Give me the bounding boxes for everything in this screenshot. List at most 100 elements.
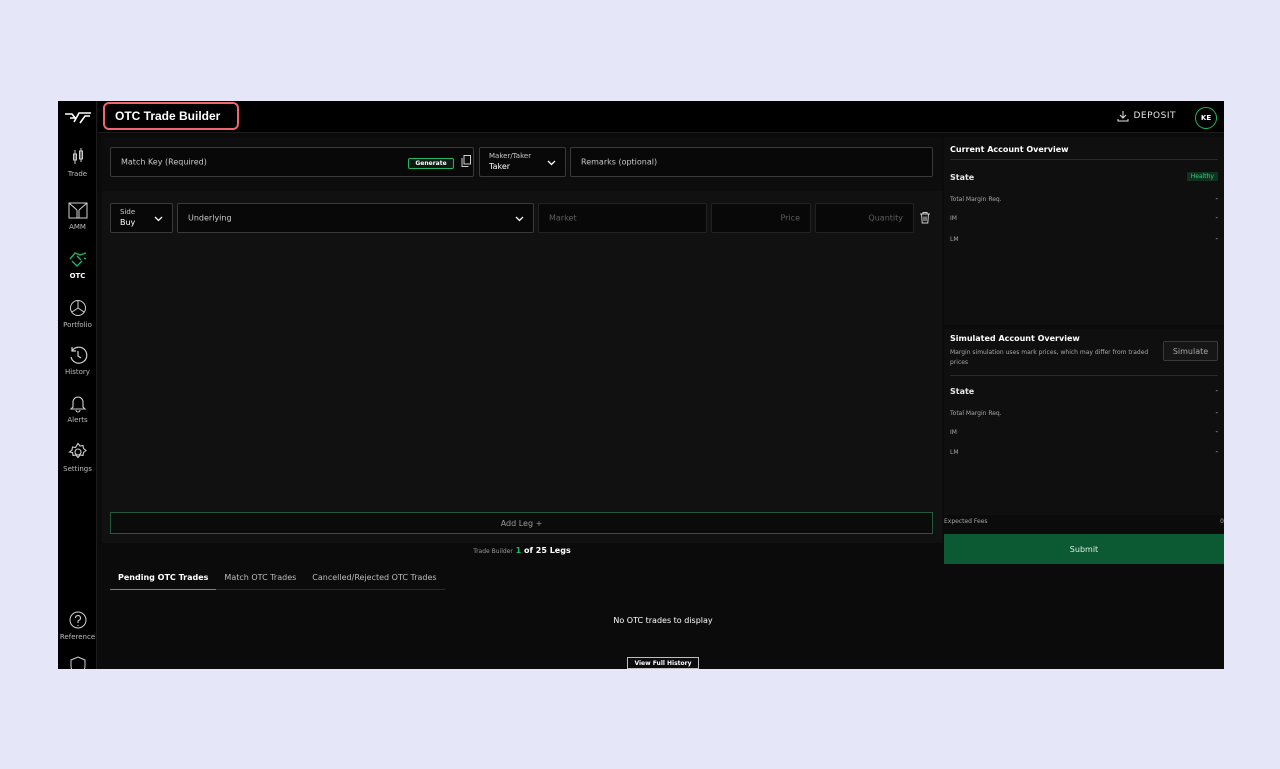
side-select[interactable]: Side Buy bbox=[110, 203, 173, 233]
page-title: OTC Trade Builder bbox=[115, 109, 221, 123]
generate-button[interactable]: Generate bbox=[408, 158, 454, 169]
candlestick-icon bbox=[72, 148, 83, 164]
maker-taker-label: Maker/Taker bbox=[489, 152, 532, 160]
topbar: OTC Trade Builder DEPOSIT KE bbox=[98, 101, 1224, 133]
side-value: Buy bbox=[120, 218, 136, 227]
otc-trades-section: Pending OTC Trades Match OTC Trades Canc… bbox=[102, 568, 1224, 669]
sidebar-item-trade[interactable]: Trade bbox=[58, 147, 97, 178]
sidebar-item-portfolio[interactable]: Portfolio bbox=[58, 298, 97, 329]
tab-pending-otc-trades[interactable]: Pending OTC Trades bbox=[110, 568, 217, 590]
expected-fees-value: 0 bbox=[1220, 518, 1224, 525]
state-label: State bbox=[950, 387, 975, 396]
sidebar-item-alerts[interactable]: Alerts bbox=[58, 393, 97, 424]
lm-value: - bbox=[1215, 235, 1218, 243]
underlying-placeholder: Underlying bbox=[188, 213, 232, 223]
chevron-down-icon bbox=[154, 216, 163, 222]
leg-counter: Trade Builder 1 of 25 Legs bbox=[102, 546, 942, 555]
submit-button[interactable]: Submit bbox=[944, 534, 1224, 564]
im-value: - bbox=[1215, 214, 1218, 222]
shield-icon bbox=[70, 656, 85, 669]
trade-builder-panel: Match Key (Required) Generate Maker/Take… bbox=[102, 137, 942, 543]
download-icon bbox=[1117, 111, 1128, 122]
sidebar-item-label: Reference bbox=[59, 633, 96, 641]
simulation-description: Margin simulation uses mark prices, whic… bbox=[950, 349, 1149, 366]
help-circle-icon bbox=[69, 611, 86, 629]
total-margin-value: - bbox=[1215, 195, 1218, 203]
leg-counter-current: 1 bbox=[515, 546, 522, 555]
deposit-label: DEPOSIT bbox=[1133, 111, 1176, 121]
avatar[interactable]: KE bbox=[1195, 107, 1217, 129]
sidebar-item-label: OTC bbox=[69, 272, 86, 280]
leg-counter-suffix: of 25 Legs bbox=[524, 546, 571, 555]
maker-taker-value: Taker bbox=[489, 162, 511, 171]
trades-tabs: Pending OTC Trades Match OTC Trades Canc… bbox=[110, 568, 445, 590]
match-key-field[interactable]: Match Key (Required) Generate bbox=[110, 147, 474, 177]
amm-icon bbox=[68, 202, 87, 219]
tab-match-otc-trades[interactable]: Match OTC Trades bbox=[216, 568, 304, 590]
copy-icon[interactable] bbox=[461, 155, 471, 167]
view-full-history-button[interactable]: View Full History bbox=[627, 657, 699, 669]
total-margin-value: - bbox=[1215, 409, 1218, 417]
side-label: Side bbox=[120, 208, 136, 216]
sidebar-item-label: History bbox=[65, 368, 90, 376]
simulate-button[interactable]: Simulate bbox=[1163, 341, 1218, 361]
market-placeholder: Market bbox=[549, 213, 577, 223]
page-title-box: OTC Trade Builder bbox=[103, 102, 239, 130]
chevron-down-icon bbox=[547, 160, 556, 166]
im-label: IM bbox=[950, 429, 957, 436]
history-icon bbox=[69, 346, 87, 364]
sidebar-item-otc[interactable]: OTC bbox=[58, 249, 97, 280]
sidebar-item-history[interactable]: History bbox=[58, 345, 97, 376]
quantity-placeholder: Quantity bbox=[868, 213, 903, 223]
state-label: State bbox=[950, 173, 975, 182]
im-value: - bbox=[1215, 428, 1218, 436]
sidebar: Trade AMM OTC Portfolio History Alerts S… bbox=[58, 101, 97, 669]
match-key-placeholder: Match Key (Required) bbox=[121, 157, 207, 167]
lm-label: LM bbox=[950, 236, 959, 243]
deposit-button[interactable]: DEPOSIT bbox=[1117, 110, 1177, 122]
market-field[interactable]: Market bbox=[538, 203, 707, 233]
lm-label: LM bbox=[950, 449, 959, 456]
leg-counter-prefix: Trade Builder bbox=[473, 548, 513, 555]
maker-taker-select[interactable]: Maker/Taker Taker bbox=[479, 147, 566, 177]
sidebar-item-settings[interactable]: Settings bbox=[58, 442, 97, 473]
logo-icon[interactable] bbox=[62, 109, 94, 127]
remarks-field[interactable]: Remarks (optional) bbox=[570, 147, 933, 177]
sidebar-item-label: AMM bbox=[69, 223, 86, 231]
price-placeholder: Price bbox=[780, 213, 800, 223]
sidebar-item-extra[interactable] bbox=[58, 656, 97, 669]
tab-cancelled-rejected-otc-trades[interactable]: Cancelled/Rejected OTC Trades bbox=[304, 568, 444, 590]
sidebar-item-label: Settings bbox=[63, 465, 92, 473]
current-account-title: Current Account Overview bbox=[950, 145, 1069, 154]
remarks-placeholder: Remarks (optional) bbox=[581, 157, 658, 167]
sidebar-item-label: Portfolio bbox=[63, 321, 92, 329]
expected-fees-row: Expected Fees 0 bbox=[944, 518, 1224, 525]
handshake-icon bbox=[68, 252, 86, 267]
current-account-panel: Current Account Overview State Healthy T… bbox=[944, 137, 1224, 325]
divider bbox=[950, 159, 1218, 160]
status-badge: Healthy bbox=[1186, 172, 1218, 181]
total-margin-label: Total Margin Req. bbox=[950, 410, 1002, 417]
im-label: IM bbox=[950, 215, 957, 222]
total-margin-label: Total Margin Req. bbox=[950, 196, 1002, 203]
trade-header-row: Match Key (Required) Generate Maker/Take… bbox=[102, 137, 942, 191]
simulated-account-title: Simulated Account Overview bbox=[950, 334, 1080, 343]
sidebar-item-label: Trade bbox=[67, 170, 88, 178]
sidebar-item-reference[interactable]: Reference bbox=[58, 610, 97, 641]
gear-icon bbox=[67, 442, 87, 459]
price-field[interactable]: Price bbox=[711, 203, 811, 233]
bell-icon bbox=[69, 396, 86, 413]
expected-fees-label: Expected Fees bbox=[944, 518, 988, 525]
sidebar-item-label: Alerts bbox=[67, 416, 88, 424]
quantity-field[interactable]: Quantity bbox=[815, 203, 914, 233]
sidebar-item-amm[interactable]: AMM bbox=[58, 200, 97, 231]
pie-chart-icon bbox=[69, 300, 86, 316]
divider bbox=[950, 375, 1218, 376]
app-window: Trade AMM OTC Portfolio History Alerts S… bbox=[58, 101, 1224, 669]
add-leg-button[interactable]: Add Leg + bbox=[110, 512, 933, 534]
underlying-select[interactable]: Underlying bbox=[177, 203, 534, 233]
state-value: - bbox=[1215, 387, 1218, 395]
chevron-down-icon bbox=[515, 216, 524, 222]
empty-state-text: No OTC trades to display bbox=[613, 616, 713, 625]
trash-icon[interactable] bbox=[919, 211, 931, 224]
